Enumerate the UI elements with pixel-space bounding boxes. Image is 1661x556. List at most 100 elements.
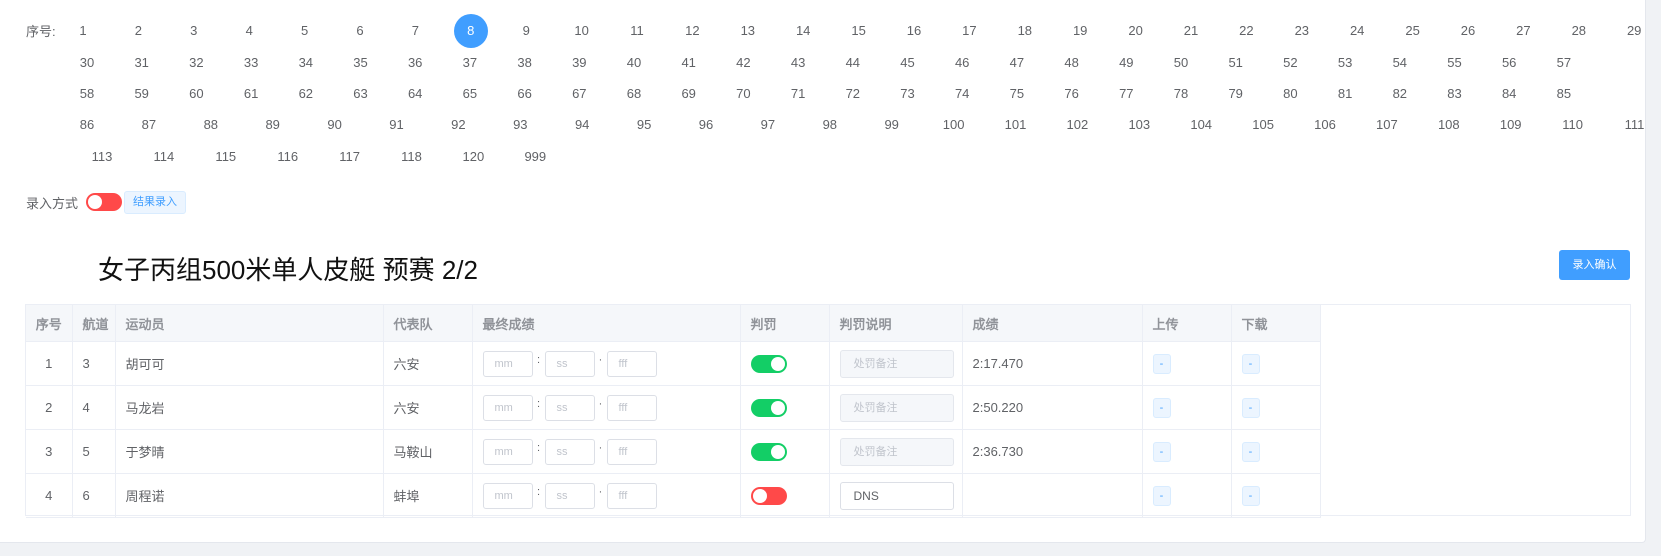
seq-number-item[interactable]: 16 <box>904 15 924 47</box>
seq-number-item[interactable]: 42 <box>733 47 753 79</box>
seq-number-item[interactable]: 12 <box>682 15 702 47</box>
seq-number-item[interactable]: 2 <box>128 15 148 47</box>
seq-number-item[interactable]: 95 <box>634 109 654 141</box>
seq-number-item[interactable]: 60 <box>186 78 206 110</box>
seq-number-item[interactable]: 82 <box>1390 78 1410 110</box>
seq-number-item[interactable]: 71 <box>788 78 808 110</box>
penalty-switch[interactable] <box>750 398 787 417</box>
upload-button[interactable]: - <box>1152 441 1171 462</box>
seq-number-item[interactable]: 7 <box>405 15 425 47</box>
seq-number-item[interactable]: 107 <box>1376 109 1398 141</box>
seq-number-item[interactable]: 69 <box>679 78 699 110</box>
seq-number-item[interactable]: 19 <box>1070 15 1090 47</box>
seq-number-item[interactable]: 29 <box>1624 15 1644 47</box>
seq-number-item[interactable]: 116 <box>277 141 298 173</box>
seq-number-item[interactable]: 96 <box>696 109 716 141</box>
seq-number-item[interactable]: 98 <box>820 109 840 141</box>
upload-button[interactable]: - <box>1152 485 1171 506</box>
seq-number-item[interactable]: 35 <box>351 47 371 79</box>
seq-number-item[interactable]: 101 <box>1005 109 1027 141</box>
seq-number-item[interactable]: 76 <box>1062 78 1082 110</box>
seq-number-item[interactable]: 51 <box>1226 47 1246 79</box>
seq-number-item[interactable]: 1 <box>73 15 93 47</box>
seq-number-item[interactable]: 66 <box>515 78 535 110</box>
seq-number-item[interactable]: 25 <box>1403 15 1423 47</box>
seq-number-item[interactable]: 110 <box>1562 109 1583 141</box>
seq-number-item[interactable]: 91 <box>387 109 407 141</box>
seq-number-item[interactable]: 48 <box>1062 47 1082 79</box>
seq-number-item[interactable]: 103 <box>1128 109 1150 141</box>
seq-number-item[interactable]: 36 <box>405 47 425 79</box>
confirm-entry-button[interactable]: 录入确认 <box>1559 250 1630 280</box>
seq-number-item[interactable]: 5 <box>295 15 315 47</box>
seq-number-item[interactable]: 65 <box>460 78 480 110</box>
seq-number-item[interactable]: 79 <box>1226 78 1246 110</box>
seconds-input[interactable]: ss <box>544 350 595 377</box>
seq-number-item[interactable]: 30 <box>77 47 97 79</box>
seq-number-item[interactable]: 999 <box>524 141 546 173</box>
seq-number-item[interactable]: 44 <box>843 47 863 79</box>
seq-number-item[interactable]: 31 <box>132 47 152 79</box>
seq-number-item[interactable]: 55 <box>1445 47 1465 79</box>
seq-number-item[interactable]: 84 <box>1499 78 1519 110</box>
milliseconds-input[interactable]: fff <box>606 394 657 421</box>
penalty-note-input[interactable]: 处罚备注 <box>839 437 954 466</box>
minutes-input[interactable]: mm <box>482 350 533 377</box>
penalty-switch[interactable] <box>750 354 787 373</box>
upload-button[interactable]: - <box>1152 353 1171 374</box>
seq-number-item[interactable]: 41 <box>679 47 699 79</box>
seq-number-item[interactable]: 27 <box>1513 15 1533 47</box>
seq-number-item[interactable]: 10 <box>572 15 592 47</box>
download-button[interactable]: - <box>1241 397 1260 418</box>
seq-number-item[interactable]: 86 <box>77 109 97 141</box>
seq-number-item[interactable]: 20 <box>1126 15 1146 47</box>
milliseconds-input[interactable]: fff <box>606 438 657 465</box>
seq-number-item[interactable]: 75 <box>1007 78 1027 110</box>
seq-number-item[interactable]: 47 <box>1007 47 1027 79</box>
seq-number-item[interactable]: 52 <box>1280 47 1300 79</box>
upload-button[interactable]: - <box>1152 397 1171 418</box>
seq-number-item[interactable]: 21 <box>1181 15 1201 47</box>
seq-number-item[interactable]: 63 <box>351 78 371 110</box>
seq-number-item[interactable]: 68 <box>624 78 644 110</box>
minutes-input[interactable]: mm <box>482 394 533 421</box>
seq-number-item[interactable]: 118 <box>401 141 422 173</box>
seq-number-item[interactable]: 3 <box>184 15 204 47</box>
penalty-note-input[interactable]: 处罚备注 <box>839 349 954 378</box>
seq-number-item[interactable]: 40 <box>624 47 644 79</box>
seq-number-item[interactable]: 109 <box>1500 109 1522 141</box>
seq-number-item[interactable]: 89 <box>263 109 283 141</box>
seq-number-item[interactable]: 90 <box>325 109 345 141</box>
seq-number-item[interactable]: 24 <box>1347 15 1367 47</box>
seq-number-item[interactable]: 92 <box>448 109 468 141</box>
milliseconds-input[interactable]: fff <box>606 482 657 509</box>
seq-number-item[interactable]: 64 <box>405 78 425 110</box>
seq-number-item[interactable]: 57 <box>1554 47 1574 79</box>
seq-number-item[interactable]: 117 <box>339 141 360 173</box>
penalty-switch[interactable] <box>750 442 787 461</box>
seq-number-item[interactable]: 34 <box>296 47 316 79</box>
seq-number-item[interactable]: 59 <box>132 78 152 110</box>
seq-number-item[interactable]: 17 <box>959 15 979 47</box>
seq-number-item[interactable]: 22 <box>1236 15 1256 47</box>
seq-number-item[interactable]: 70 <box>733 78 753 110</box>
seq-number-item[interactable]: 37 <box>460 47 480 79</box>
seq-number-item[interactable]: 78 <box>1171 78 1191 110</box>
seq-number-item[interactable]: 114 <box>154 141 175 173</box>
seq-number-item[interactable]: 83 <box>1445 78 1465 110</box>
seq-number-item[interactable]: 43 <box>788 47 808 79</box>
seq-number-item[interactable]: 115 <box>215 141 236 173</box>
seq-number-item[interactable]: 113 <box>92 141 113 173</box>
seq-number-item[interactable]: 72 <box>843 78 863 110</box>
seq-number-item[interactable]: 106 <box>1314 109 1336 141</box>
seq-number-item[interactable]: 39 <box>569 47 589 79</box>
seq-number-item[interactable]: 81 <box>1335 78 1355 110</box>
seq-number-item[interactable]: 23 <box>1292 15 1312 47</box>
seq-number-item[interactable]: 11 <box>627 15 647 47</box>
download-button[interactable]: - <box>1241 485 1260 506</box>
seq-number-item[interactable]: 18 <box>1015 15 1035 47</box>
seq-number-item[interactable]: 85 <box>1554 78 1574 110</box>
seq-number-item[interactable]: 28 <box>1569 15 1589 47</box>
seq-number-item[interactable]: 80 <box>1280 78 1300 110</box>
seq-number-item[interactable]: 49 <box>1116 47 1136 79</box>
